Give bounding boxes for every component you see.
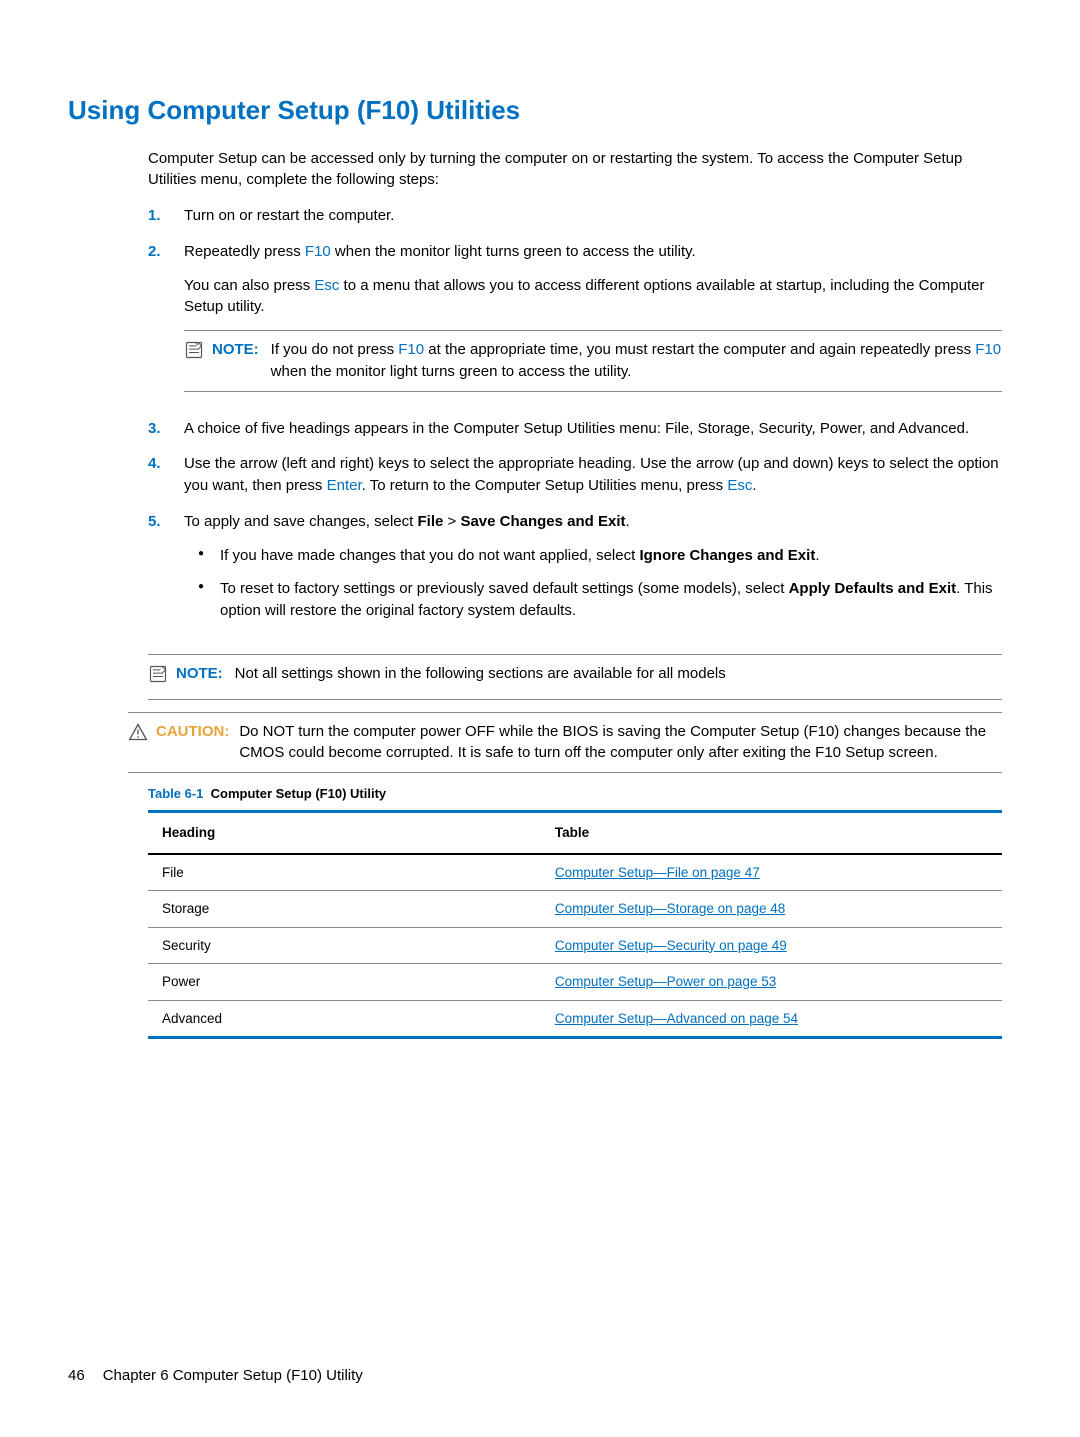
cell-heading: Advanced <box>148 1000 541 1038</box>
note-1-text: If you do not press F10 at the appropria… <box>271 339 1002 383</box>
table-row: File Computer Setup—File on page 47 <box>148 854 1002 891</box>
table-header-row: Heading Table <box>148 812 1002 854</box>
caution-wrapper: CAUTION: Do NOT turn the computer power … <box>128 712 1002 774</box>
note-box-1: NOTE: If you do not press F10 at the app… <box>184 330 1002 392</box>
table-block: Table 6-1 Computer Setup (F10) Utility H… <box>148 785 1002 1039</box>
step-3-text: A choice of five headings appears in the… <box>184 420 969 437</box>
bullet-apply-defaults: To reset to factory settings or previous… <box>220 578 1002 634</box>
cell-link: Computer Setup—Storage on page 48 <box>541 891 1002 928</box>
step-5-bullets: If you have made changes that you do not… <box>184 545 1002 634</box>
cell-heading: Power <box>148 964 541 1001</box>
caution-icon <box>128 722 150 749</box>
cell-heading: Security <box>148 927 541 964</box>
step-4: Use the arrow (left and right) keys to s… <box>148 453 1002 511</box>
table-caption-text: Computer Setup (F10) Utility <box>211 786 387 801</box>
note-icon <box>148 664 170 691</box>
link-security[interactable]: Computer Setup—Security on page 49 <box>555 938 787 953</box>
cell-link: Computer Setup—Advanced on page 54 <box>541 1000 1002 1038</box>
step-3: A choice of five headings appears in the… <box>148 418 1002 454</box>
step-1-text: Turn on or restart the computer. <box>184 207 394 224</box>
steps-list: Turn on or restart the computer. Repeate… <box>148 205 1002 648</box>
note-icon <box>184 340 206 367</box>
table-row: Advanced Computer Setup—Advanced on page… <box>148 1000 1002 1038</box>
link-power[interactable]: Computer Setup—Power on page 53 <box>555 974 776 989</box>
step-4-text: Use the arrow (left and right) keys to s… <box>184 455 999 494</box>
step-5: To apply and save changes, select File >… <box>148 511 1002 648</box>
bold-file: File <box>417 513 443 530</box>
cell-link: Computer Setup—Security on page 49 <box>541 927 1002 964</box>
link-advanced[interactable]: Computer Setup—Advanced on page 54 <box>555 1011 798 1026</box>
table-caption-num: Table 6-1 <box>148 786 203 801</box>
note-label: NOTE: <box>176 663 223 685</box>
table-row: Power Computer Setup—Power on page 53 <box>148 964 1002 1001</box>
step-2: Repeatedly press F10 when the monitor li… <box>148 241 1002 418</box>
lower-content: NOTE: Not all settings shown in the foll… <box>148 654 1002 700</box>
key-f10: F10 <box>398 341 424 358</box>
cell-link: Computer Setup—File on page 47 <box>541 854 1002 891</box>
key-f10: F10 <box>305 243 331 260</box>
link-file[interactable]: Computer Setup—File on page 47 <box>555 865 760 880</box>
note-2-text: Not all settings shown in the following … <box>235 663 1002 685</box>
caution-text: Do NOT turn the computer power OFF while… <box>239 721 1002 765</box>
step-5-line: To apply and save changes, select File >… <box>184 511 1002 533</box>
cell-heading: Storage <box>148 891 541 928</box>
th-table: Table <box>541 812 1002 854</box>
bold-ignore-exit: Ignore Changes and Exit <box>639 547 815 564</box>
table-row: Security Computer Setup—Security on page… <box>148 927 1002 964</box>
link-storage[interactable]: Computer Setup—Storage on page 48 <box>555 901 785 916</box>
table-row: Storage Computer Setup—Storage on page 4… <box>148 891 1002 928</box>
step-2-line2: You can also press Esc to a menu that al… <box>184 275 1002 319</box>
page: Using Computer Setup (F10) Utilities Com… <box>0 0 1080 1437</box>
intro-paragraph: Computer Setup can be accessed only by t… <box>148 148 1002 192</box>
cell-link: Computer Setup—Power on page 53 <box>541 964 1002 1001</box>
th-heading: Heading <box>148 812 541 854</box>
f10-table: Heading Table File Computer Setup—File o… <box>148 810 1002 1039</box>
bold-save-exit: Save Changes and Exit <box>460 513 625 530</box>
page-number: 46 <box>68 1367 85 1384</box>
key-esc: Esc <box>727 477 752 494</box>
chapter-label: Chapter 6 Computer Setup (F10) Utility <box>103 1367 363 1384</box>
caution-label: CAUTION: <box>156 721 229 743</box>
key-enter: Enter <box>327 477 362 494</box>
page-footer: 46 Chapter 6 Computer Setup (F10) Utility <box>68 1365 363 1387</box>
step-2-line1: Repeatedly press F10 when the monitor li… <box>184 241 1002 263</box>
section-title: Using Computer Setup (F10) Utilities <box>68 92 1002 130</box>
table-caption: Table 6-1 Computer Setup (F10) Utility <box>148 785 1002 804</box>
bullet-ignore: If you have made changes that you do not… <box>220 545 1002 579</box>
step-1: Turn on or restart the computer. <box>148 205 1002 241</box>
key-esc: Esc <box>314 277 339 294</box>
note-box-2: NOTE: Not all settings shown in the foll… <box>148 654 1002 700</box>
note-label: NOTE: <box>212 339 259 361</box>
cell-heading: File <box>148 854 541 891</box>
bold-apply-defaults: Apply Defaults and Exit <box>789 580 957 597</box>
key-f10: F10 <box>975 341 1001 358</box>
caution-box: CAUTION: Do NOT turn the computer power … <box>128 712 1002 774</box>
